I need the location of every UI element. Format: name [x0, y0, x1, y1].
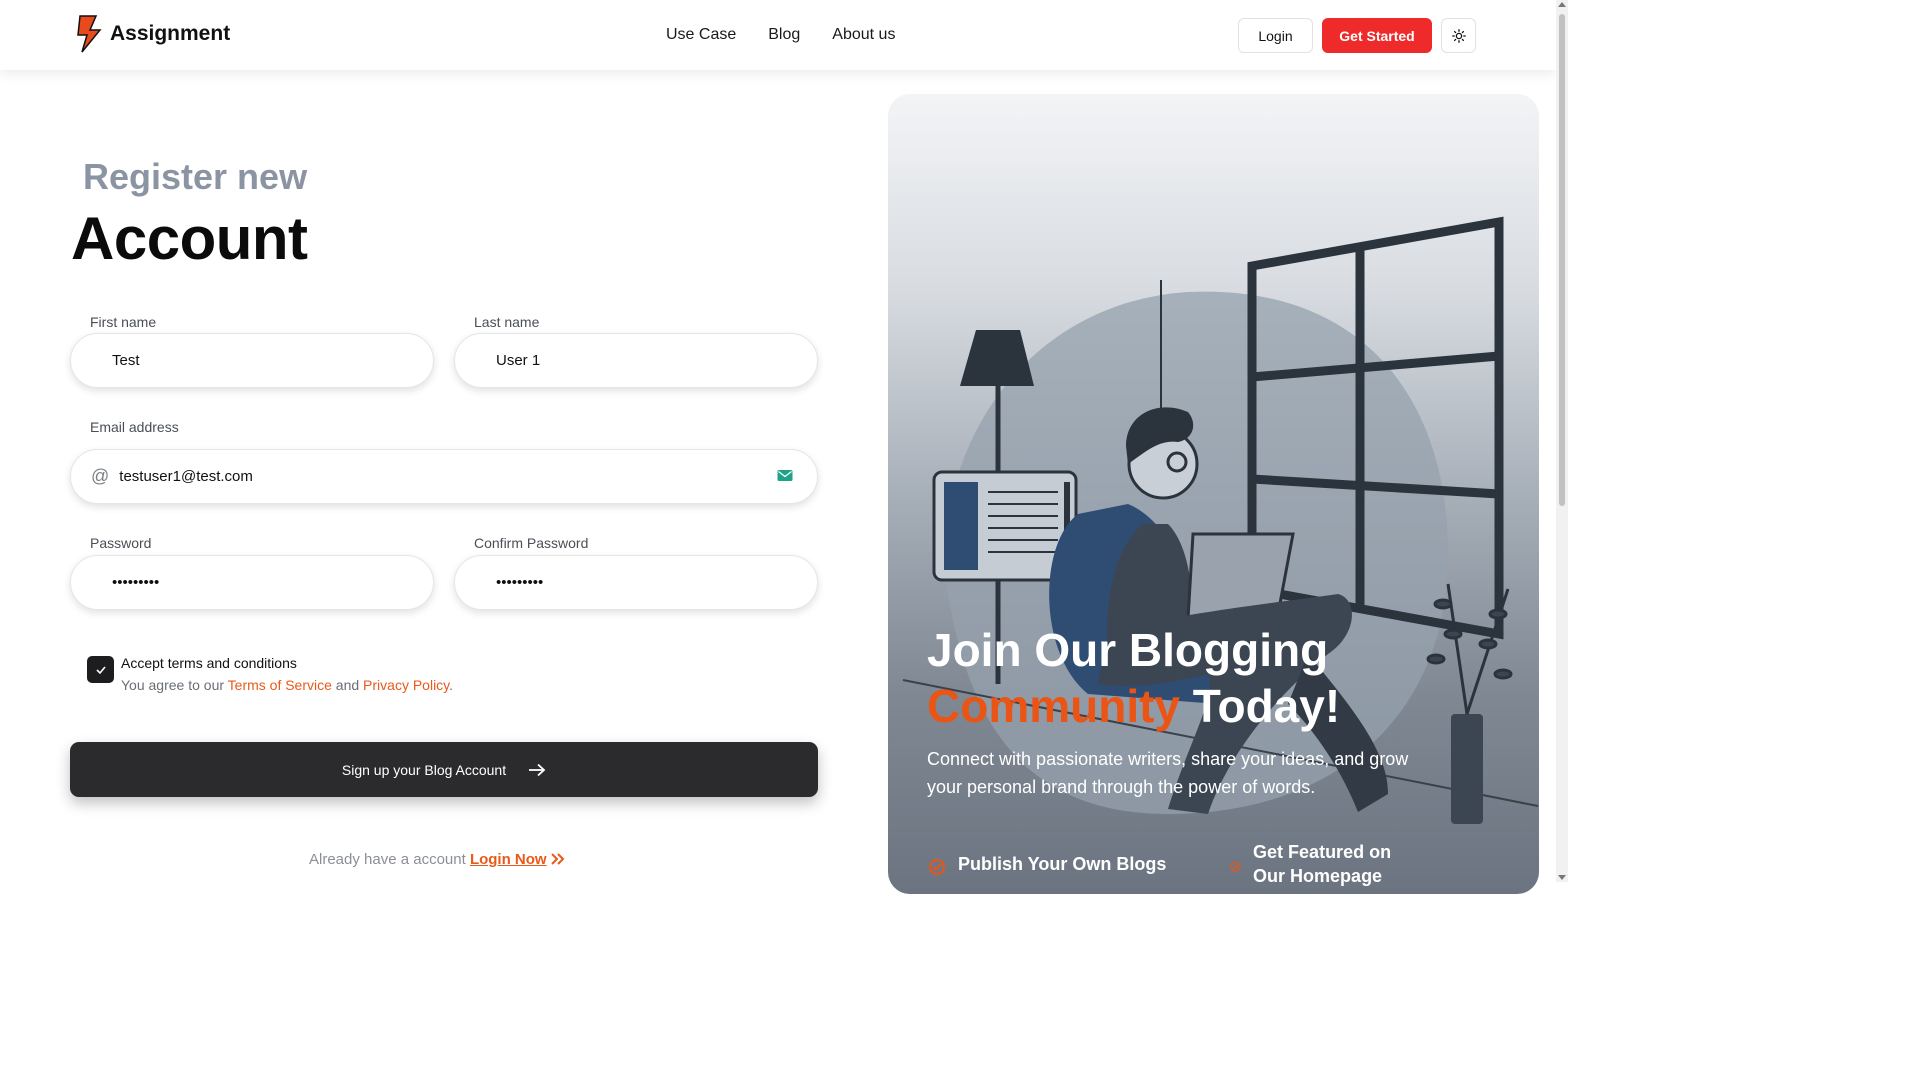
sun-icon	[1451, 28, 1466, 43]
email-input[interactable]	[119, 468, 720, 485]
mail-icon	[777, 470, 793, 481]
brand-name: Assignment	[110, 22, 231, 45]
checkmark-icon	[95, 665, 106, 674]
scroll-down-arrow-icon[interactable]	[1558, 875, 1566, 880]
password-input[interactable]: •••••••••	[112, 574, 159, 591]
feature-item: Publish Your Own Blogs	[928, 854, 1166, 876]
terms-checkbox[interactable]	[87, 656, 114, 683]
terms-suffix: .	[449, 677, 454, 693]
last-name-label: Last name	[474, 314, 540, 330]
nav-use-case[interactable]: Use Case	[666, 26, 736, 44]
terms-title: Accept terms and conditions	[121, 655, 297, 671]
password-field[interactable]: •••••••••	[70, 555, 434, 610]
double-chevron-right-icon	[551, 853, 565, 865]
check-circle-icon	[929, 859, 945, 875]
terms-of-service-link[interactable]: Terms of Service	[228, 677, 332, 693]
email-label: Email address	[90, 419, 179, 435]
email-field[interactable]: @	[70, 449, 818, 504]
terms-description: You agree to our Terms of Service and Pr…	[121, 677, 453, 693]
login-now-link[interactable]: Login Now	[470, 851, 547, 868]
already-have-account: Already have a account Login Now	[309, 851, 565, 868]
feature-item: Get Featured on Our Homepage	[1230, 840, 1420, 888]
panel-headline-line1: Join Our Blogging	[927, 624, 1329, 676]
lightning-logo-icon	[77, 15, 102, 53]
main-nav: Use Case Blog About us	[666, 26, 895, 44]
check-circle-icon	[1230, 862, 1241, 872]
last-name-field[interactable]	[454, 333, 818, 388]
terms-and: and	[331, 677, 364, 693]
first-name-input[interactable]	[112, 352, 433, 369]
login-button[interactable]: Login	[1238, 18, 1313, 53]
theme-toggle-button[interactable]	[1441, 18, 1476, 53]
confirm-password-input[interactable]: •••••••••	[496, 574, 543, 591]
at-sign-icon: @	[91, 466, 110, 486]
form-subtitle: Register new	[83, 156, 308, 197]
confirm-password-field[interactable]: •••••••••	[454, 555, 818, 610]
first-name-label: First name	[90, 314, 157, 330]
scroll-up-arrow-icon[interactable]	[1558, 2, 1566, 7]
privacy-policy-link[interactable]: Privacy Policy	[363, 677, 449, 693]
nav-about-us[interactable]: About us	[832, 26, 895, 44]
brand-logo[interactable]: Assignment	[76, 14, 230, 54]
promo-panel: Join Our Blogging Community Today! Conne…	[888, 94, 1539, 894]
signup-button[interactable]: Sign up your Blog Account	[70, 742, 818, 797]
get-started-button[interactable]: Get Started	[1322, 18, 1432, 53]
feature-label: Get Featured on Our Homepage	[1253, 842, 1392, 886]
page-scrollbar[interactable]	[1556, 0, 1568, 882]
feature-label: Publish Your Own Blogs	[958, 854, 1167, 874]
terms-prefix: You agree to our	[121, 677, 228, 693]
panel-headline-highlight: Community	[927, 680, 1180, 732]
nav-blog[interactable]: Blog	[768, 26, 800, 44]
last-name-input[interactable]	[496, 352, 817, 369]
panel-headline: Join Our Blogging Community Today!	[927, 622, 1340, 734]
password-label: Password	[90, 535, 152, 551]
signup-button-label: Sign up your Blog Account	[341, 761, 507, 778]
panel-headline-line2: Today!	[1180, 680, 1341, 732]
already-text: Already have a account	[309, 851, 470, 868]
panel-description: Connect with passionate writers, share y…	[927, 749, 1409, 797]
first-name-field[interactable]	[70, 333, 434, 388]
scroll-thumb[interactable]	[1559, 14, 1565, 506]
arrow-right-icon	[529, 763, 546, 776]
confirm-password-label: Confirm Password	[474, 535, 589, 551]
form-title: Account	[71, 205, 308, 272]
top-navbar: Assignment Use Case Blog About us Login …	[0, 0, 1556, 70]
